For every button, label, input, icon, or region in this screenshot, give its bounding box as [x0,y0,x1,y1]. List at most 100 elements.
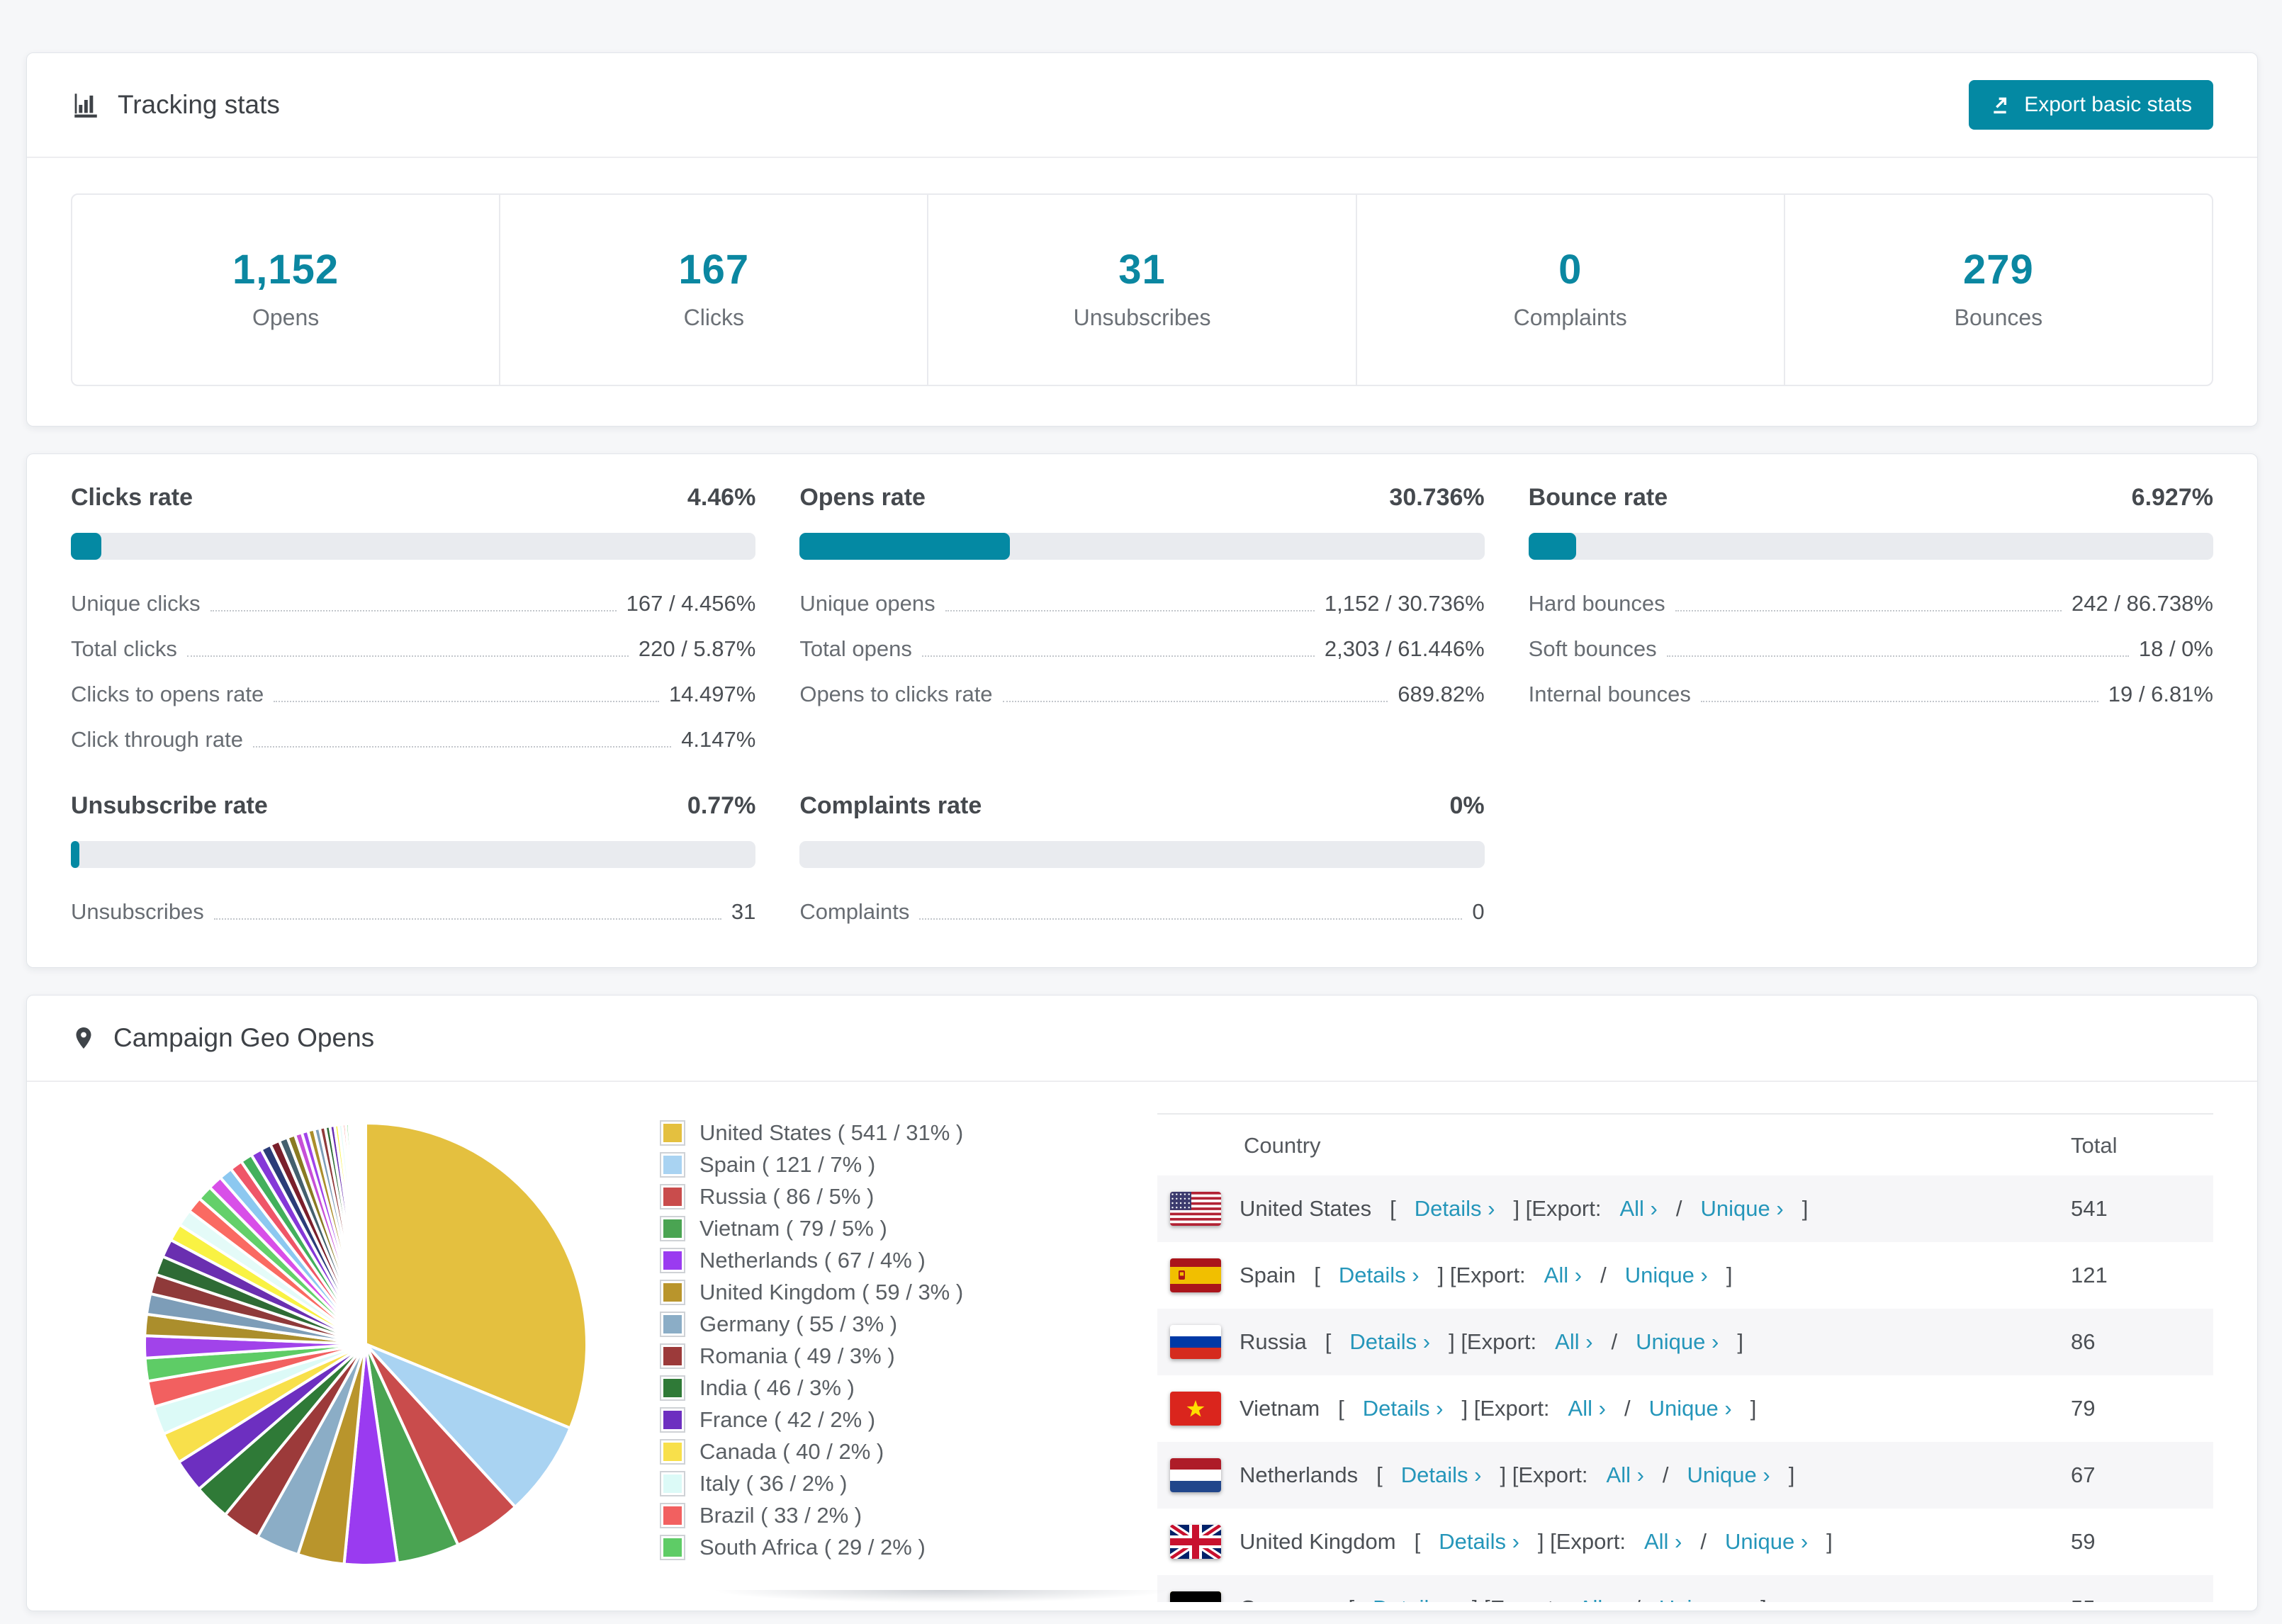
export-all-link-russia[interactable]: All › [1555,1329,1592,1355]
stat-bounces: 279 Bounces [1785,195,2212,385]
stats-box: 1,152 Opens 167 Clicks 31 Unsubscribes 0 Co… [71,193,2213,386]
export-unique-link-spain[interactable]: Unique › [1625,1263,1708,1288]
progress-fill [799,533,1011,560]
dotted-leader [921,655,1315,657]
legend-item-brazil: Brazil ( 33 / 2% ) [660,1503,963,1528]
stat-label: Opens [252,305,320,330]
export-all-link-netherlands[interactable]: All › [1607,1462,1644,1488]
rate-row-unique-opens: Unique opens 1,152 / 30.736% [799,591,1485,616]
details-link-germany[interactable]: Details › [1373,1596,1454,1602]
rate-title: Bounce rate [1528,484,1668,511]
total-column-header: Total [2071,1133,2118,1158]
details-link-spain[interactable]: Details › [1339,1263,1420,1288]
export-basic-stats-button[interactable]: Export basic stats [1969,80,2213,130]
country-column-header: Country [1244,1133,1321,1158]
export-unique-link-russia[interactable]: Unique › [1636,1329,1719,1355]
rate-row-hard-bounces: Hard bounces 242 / 86.738% [1528,591,2213,616]
legend-label: Brazil ( 33 / 2% ) [699,1503,862,1528]
legend-swatch [660,1503,685,1528]
stat-value: 1,152 [232,247,339,293]
rate-block-unsubscribe-rate: Unsubscribe rate 0.77% Unsubscribes 31 [71,792,756,925]
dotted-leader [945,610,1315,611]
legend-item-germany: Germany ( 55 / 3% ) [660,1312,963,1337]
export-all-link-vietnam[interactable]: All › [1568,1396,1606,1421]
details-link-vietnam[interactable]: Details › [1363,1396,1444,1421]
legend-swatch [660,1216,685,1241]
pie-chart-svg [143,1121,588,1567]
legend-swatch [660,1439,685,1465]
legend-label: Spain ( 121 / 7% ) [699,1152,876,1177]
export-all-link-united-kingdom[interactable]: All › [1644,1529,1682,1555]
stat-value: 279 [1963,247,2034,293]
details-link-united-kingdom[interactable]: Details › [1439,1529,1519,1555]
stat-complaints: 0 Complaints [1357,195,1785,385]
details-link-united-states[interactable]: Details › [1415,1196,1495,1222]
legend-swatch [660,1375,685,1401]
table-row-united-kingdom: United Kingdom [Details ›] [Export: All … [1157,1509,2213,1575]
stat-opens: 1,152 Opens [72,195,501,385]
table-row-germany: Germany [Details ›] [Export: All › / Uni… [1157,1575,2213,1602]
country-name: United States [1240,1196,1372,1221]
rate-row-total-clicks: Total clicks 220 / 5.87% [71,636,756,661]
flag-gb-icon [1170,1525,1221,1559]
progress-fill [1528,533,1576,560]
country-total: 121 [2071,1263,2108,1287]
legend-item-india: India ( 46 / 3% ) [660,1375,963,1401]
rate-title: Unsubscribe rate [71,792,268,819]
progress-bar [1528,533,2213,560]
dotted-leader [919,918,1463,920]
rate-title: Clicks rate [71,484,193,511]
legend-swatch [660,1184,685,1209]
rates-grid: Clicks rate 4.46% Unique clicks 167 / 4.… [71,484,2213,925]
rate-value: 6.927% [2131,484,2213,511]
legend-item-united-states: United States ( 541 / 31% ) [660,1120,963,1146]
export-unique-link-germany[interactable]: Unique › [1659,1596,1742,1602]
stat-label: Unsubscribes [1073,305,1211,330]
details-link-netherlands[interactable]: Details › [1401,1462,1482,1488]
rate-row-click-through-rate: Click through rate 4.147% [71,727,756,752]
export-unique-link-vietnam[interactable]: Unique › [1649,1396,1732,1421]
export-all-link-germany[interactable]: All › [1578,1596,1616,1602]
geo-table: Country Total United States [Details ›] … [1157,1115,2213,1602]
legend-swatch [660,1343,685,1369]
geo-table-wrap: Country Total United States [Details ›] … [1157,1113,2213,1602]
export-icon [1994,97,2007,114]
bar-chart-icon [74,94,97,118]
map-pin-icon [76,1027,91,1049]
export-unique-link-united-kingdom[interactable]: Unique › [1725,1529,1808,1555]
rate-row-soft-bounces: Soft bounces 18 / 0% [1528,636,2213,661]
rate-row-unique-clicks: Unique clicks 167 / 4.456% [71,591,756,616]
country-name: Germany [1240,1596,1330,1602]
legend-item-united-kingdom: United Kingdom ( 59 / 3% ) [660,1280,963,1305]
stat-label: Clicks [683,305,744,330]
rate-row-unsubscribes: Unsubscribes 31 [71,899,756,924]
progress-fill [71,533,102,560]
progress-bar [799,841,1485,868]
export-unique-link-netherlands[interactable]: Unique › [1687,1462,1770,1488]
rate-value: 0.77% [687,792,756,819]
legend-item-france: France ( 42 / 2% ) [660,1407,963,1433]
table-row-vietnam: Vietnam [Details ›] [Export: All › / Uni… [1157,1375,2213,1442]
legend-label: United States ( 541 / 31% ) [699,1120,964,1145]
country-total: 541 [2071,1196,2108,1221]
export-unique-link-united-states[interactable]: Unique › [1701,1196,1784,1222]
tracking-stats-header: Tracking stats Export basic stats [27,53,2257,157]
legend-label: Netherlands ( 67 / 4% ) [699,1248,926,1273]
export-all-link-united-states[interactable]: All › [1619,1196,1657,1222]
country-name: Spain [1240,1263,1296,1287]
progress-bar [71,533,756,560]
export-all-link-spain[interactable]: All › [1544,1263,1582,1288]
page: Tracking stats Export basic stats 1,152 … [0,0,2282,1624]
details-link-russia[interactable]: Details › [1349,1329,1430,1355]
legend-item-vietnam: Vietnam ( 79 / 5% ) [660,1216,963,1241]
rate-row-complaints: Complaints 0 [799,899,1485,924]
stat-value: 0 [1558,247,1583,293]
rate-value: 0% [1449,792,1485,819]
page-bottom-shadow [638,1590,1247,1624]
geo-title: Campaign Geo Opens [71,1022,374,1054]
stat-value: 31 [1118,247,1166,293]
progress-bar [71,841,756,868]
flag-nl-icon [1170,1458,1221,1492]
stat-clicks: 167 Clicks [500,195,929,385]
stats-wrap: 1,152 Opens 167 Clicks 31 Unsubscribes 0 Co… [27,158,2257,426]
